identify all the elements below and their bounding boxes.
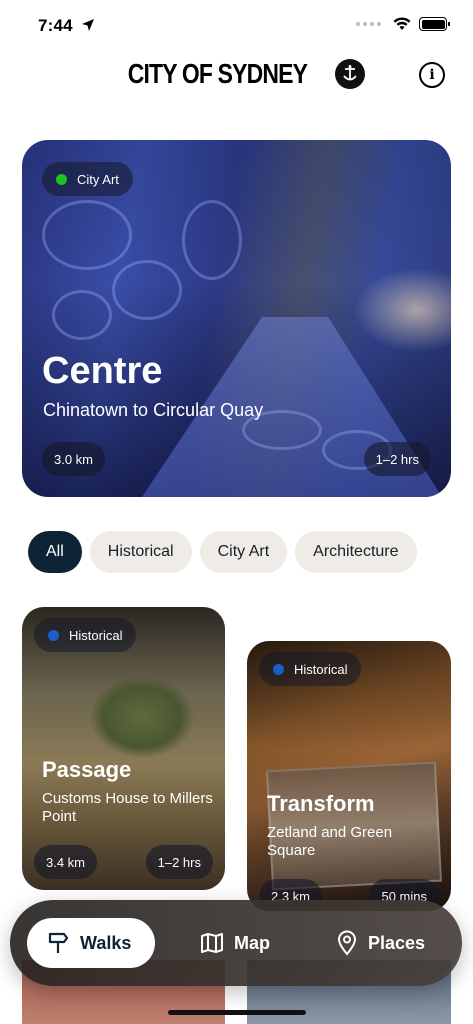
category-filters: All Historical City Art Architecture (28, 531, 417, 573)
tab-walks[interactable]: Walks (27, 918, 155, 968)
signpost-icon (48, 932, 69, 953)
filter-historical[interactable]: Historical (89, 531, 192, 573)
tab-label: Walks (80, 932, 132, 953)
tab-label: Map (234, 932, 270, 953)
duration-badge: 1–2 hrs (363, 442, 431, 476)
filter-architecture[interactable]: Architecture (295, 531, 417, 573)
tab-places[interactable]: Places (336, 918, 425, 968)
info-icon: i (429, 67, 435, 83)
walk-title: Transform (267, 791, 375, 816)
featured-walk-card[interactable]: City Art Centre Chinatown to Circular Qu… (22, 140, 451, 497)
category-label: Historical (294, 661, 348, 677)
home-indicator[interactable] (168, 1010, 306, 1015)
map-icon (201, 933, 223, 953)
category-badge: City Art (42, 162, 133, 196)
tab-label: Places (368, 932, 426, 953)
duration-badge: 1–2 hrs (145, 845, 213, 879)
status-bar: 7:44 (0, 0, 473, 50)
category-badge: Historical (259, 652, 362, 686)
category-dot (48, 629, 59, 641)
walk-title: Centre (42, 350, 163, 392)
location-arrow-icon (82, 19, 94, 31)
walk-card-transform[interactable]: Historical Transform Zetland and Green S… (247, 641, 451, 911)
walk-card-passage[interactable]: Historical Passage Customs House to Mill… (22, 607, 225, 890)
tab-map[interactable]: Map (200, 918, 270, 968)
walk-title: Passage (42, 757, 132, 782)
city-of-sydney-logo: CITY OF SYDNEY (0, 58, 473, 90)
walk-subtitle: Zetland and Green Square (267, 824, 393, 859)
category-label: Historical (69, 627, 123, 643)
app-header: CITY OF SYDNEY i (0, 56, 473, 100)
distance-badge: 3.4 km (34, 845, 98, 879)
logo-text: CITY OF SYDNEY (127, 58, 308, 89)
filter-city-art[interactable]: City Art (199, 531, 288, 573)
distance-badge: 3.0 km (42, 442, 106, 476)
location-pin-icon (337, 930, 357, 956)
category-dot (273, 663, 284, 675)
walk-subtitle: Customs House to Millers Point (42, 790, 213, 825)
status-time: 7:44 (38, 16, 73, 35)
category-dot (56, 173, 67, 185)
bottom-tab-bar: Walks Map Places (10, 900, 462, 986)
city-seal-icon (334, 59, 365, 89)
wifi-icon (393, 17, 411, 30)
category-label: City Art (77, 171, 119, 187)
signal-icon (356, 22, 381, 26)
category-badge: Historical (34, 618, 137, 652)
info-button[interactable]: i (419, 62, 445, 88)
filter-all[interactable]: All (28, 531, 82, 573)
battery-icon (419, 17, 450, 31)
walk-subtitle: Chinatown to Circular Quay (43, 400, 264, 420)
status-indicators (356, 17, 450, 31)
